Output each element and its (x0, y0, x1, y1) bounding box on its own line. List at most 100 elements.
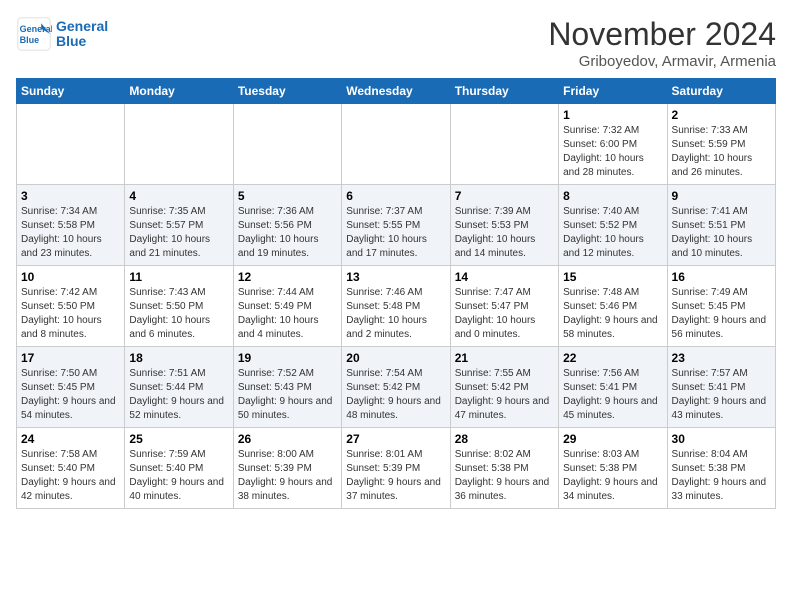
weekday-header: Saturday (667, 79, 775, 104)
day-number: 15 (563, 270, 662, 284)
calendar-cell: 27 Sunrise: 8:01 AM Sunset: 5:39 PM Dayli… (342, 428, 450, 509)
day-number: 20 (346, 351, 445, 365)
day-info: Sunrise: 7:33 AM Sunset: 5:59 PM Dayligh… (672, 124, 771, 180)
day-number: 28 (455, 432, 554, 446)
day-info: Sunrise: 7:39 AM Sunset: 5:53 PM Dayligh… (455, 205, 554, 261)
day-number: 17 (21, 351, 120, 365)
day-info: Sunrise: 7:48 AM Sunset: 5:46 PM Dayligh… (563, 286, 662, 342)
calendar-cell: 6Sunrise: 7:37 AM Sunset: 5:55 PM Daylig… (342, 185, 450, 266)
calendar-cell: 21Sunrise: 7:55 AM Sunset: 5:42 PM Dayli… (450, 347, 558, 428)
calendar-cell: 24 Sunrise: 7:58 AM Sunset: 5:40 PM Dayli… (17, 428, 125, 509)
day-info: Sunrise: 7:44 AM Sunset: 5:49 PM Dayligh… (238, 286, 337, 342)
calendar-cell: 13Sunrise: 7:46 AM Sunset: 5:48 PM Dayli… (342, 266, 450, 347)
weekday-header: Tuesday (233, 79, 341, 104)
calendar-week-row: 10 Sunrise: 7:42 AM Sunset: 5:50 PM Dayli… (17, 266, 776, 347)
day-info: Sunrise: 8:01 AM Sunset: 5:39 PM Dayligh… (346, 448, 445, 504)
day-number: 14 (455, 270, 554, 284)
month-title: November 2024 (548, 16, 776, 53)
calendar-cell: 28 Sunrise: 8:02 AM Sunset: 5:38 PM Dayli… (450, 428, 558, 509)
calendar-cell: 20Sunrise: 7:54 AM Sunset: 5:42 PM Dayli… (342, 347, 450, 428)
calendar-cell: 4 Sunrise: 7:35 AM Sunset: 5:57 PM Daylig… (125, 185, 233, 266)
day-info: Sunrise: 7:49 AM Sunset: 5:45 PM Dayligh… (672, 286, 771, 342)
day-info: Sunrise: 7:41 AM Sunset: 5:51 PM Dayligh… (672, 205, 771, 261)
day-number: 3 (21, 189, 120, 203)
logo-icon: General Blue (16, 16, 52, 52)
day-number: 27 (346, 432, 445, 446)
calendar-cell: 22 Sunrise: 7:56 AM Sunset: 5:41 PM Dayli… (559, 347, 667, 428)
calendar-cell: 2 Sunrise: 7:33 AM Sunset: 5:59 PM Daylig… (667, 104, 775, 185)
day-number: 10 (21, 270, 120, 284)
title-block: November 2024 Griboyedov, Armavir, Armen… (548, 16, 776, 70)
calendar-cell: 3 Sunrise: 7:34 AM Sunset: 5:58 PM Daylig… (17, 185, 125, 266)
calendar-cell (17, 104, 125, 185)
day-number: 18 (129, 351, 228, 365)
calendar-header: SundayMondayTuesdayWednesdayThursdayFrid… (17, 79, 776, 104)
calendar-cell: 11Sunrise: 7:43 AM Sunset: 5:50 PM Dayli… (125, 266, 233, 347)
calendar-cell: 23 Sunrise: 7:57 AM Sunset: 5:41 PM Dayli… (667, 347, 775, 428)
day-info: Sunrise: 7:56 AM Sunset: 5:41 PM Dayligh… (563, 367, 662, 423)
day-number: 25 (129, 432, 228, 446)
day-info: Sunrise: 7:57 AM Sunset: 5:41 PM Dayligh… (672, 367, 771, 423)
calendar-cell: 7 Sunrise: 7:39 AM Sunset: 5:53 PM Daylig… (450, 185, 558, 266)
day-number: 5 (238, 189, 337, 203)
day-number: 22 (563, 351, 662, 365)
calendar-cell: 29 Sunrise: 8:03 AM Sunset: 5:38 PM Dayli… (559, 428, 667, 509)
calendar-cell: 12 Sunrise: 7:44 AM Sunset: 5:49 PM Dayli… (233, 266, 341, 347)
day-info: Sunrise: 7:35 AM Sunset: 5:57 PM Dayligh… (129, 205, 228, 261)
page-header: General Blue General Blue November 2024 … (16, 16, 776, 70)
day-number: 11 (129, 270, 228, 284)
day-info: Sunrise: 7:42 AM Sunset: 5:50 PM Dayligh… (21, 286, 120, 342)
calendar-cell: 8Sunrise: 7:40 AM Sunset: 5:52 PM Daylig… (559, 185, 667, 266)
day-number: 12 (238, 270, 337, 284)
day-info: Sunrise: 7:34 AM Sunset: 5:58 PM Dayligh… (21, 205, 120, 261)
day-number: 4 (129, 189, 228, 203)
day-info: Sunrise: 7:47 AM Sunset: 5:47 PM Dayligh… (455, 286, 554, 342)
calendar-cell: 9 Sunrise: 7:41 AM Sunset: 5:51 PM Daylig… (667, 185, 775, 266)
day-info: Sunrise: 7:40 AM Sunset: 5:52 PM Dayligh… (563, 205, 662, 261)
day-number: 16 (672, 270, 771, 284)
calendar-body: 1Sunrise: 7:32 AM Sunset: 6:00 PM Daylig… (17, 104, 776, 509)
calendar-cell: 15 Sunrise: 7:48 AM Sunset: 5:46 PM Dayli… (559, 266, 667, 347)
day-number: 26 (238, 432, 337, 446)
svg-text:Blue: Blue (20, 35, 40, 45)
day-number: 2 (672, 108, 771, 122)
location-title: Griboyedov, Armavir, Armenia (548, 53, 776, 70)
logo: General Blue General Blue (16, 16, 108, 52)
day-number: 23 (672, 351, 771, 365)
day-info: Sunrise: 7:58 AM Sunset: 5:40 PM Dayligh… (21, 448, 120, 504)
day-number: 29 (563, 432, 662, 446)
day-number: 7 (455, 189, 554, 203)
calendar-week-row: 1Sunrise: 7:32 AM Sunset: 6:00 PM Daylig… (17, 104, 776, 185)
weekday-header: Monday (125, 79, 233, 104)
calendar-cell (450, 104, 558, 185)
day-info: Sunrise: 8:04 AM Sunset: 5:38 PM Dayligh… (672, 448, 771, 504)
calendar-cell: 19 Sunrise: 7:52 AM Sunset: 5:43 PM Dayli… (233, 347, 341, 428)
calendar-week-row: 3 Sunrise: 7:34 AM Sunset: 5:58 PM Daylig… (17, 185, 776, 266)
day-number: 13 (346, 270, 445, 284)
calendar-cell: 1Sunrise: 7:32 AM Sunset: 6:00 PM Daylig… (559, 104, 667, 185)
day-number: 6 (346, 189, 445, 203)
weekday-header: Wednesday (342, 79, 450, 104)
weekday-header: Thursday (450, 79, 558, 104)
calendar-table: SundayMondayTuesdayWednesdayThursdayFrid… (16, 78, 776, 509)
weekday-header: Friday (559, 79, 667, 104)
calendar-cell (233, 104, 341, 185)
day-number: 21 (455, 351, 554, 365)
day-number: 19 (238, 351, 337, 365)
day-info: Sunrise: 7:52 AM Sunset: 5:43 PM Dayligh… (238, 367, 337, 423)
calendar-cell: 25 Sunrise: 7:59 AM Sunset: 5:40 PM Dayli… (125, 428, 233, 509)
day-number: 9 (672, 189, 771, 203)
weekday-row: SundayMondayTuesdayWednesdayThursdayFrid… (17, 79, 776, 104)
calendar-cell: 10 Sunrise: 7:42 AM Sunset: 5:50 PM Dayli… (17, 266, 125, 347)
calendar-cell: 16 Sunrise: 7:49 AM Sunset: 5:45 PM Dayli… (667, 266, 775, 347)
calendar-cell: 17Sunrise: 7:50 AM Sunset: 5:45 PM Dayli… (17, 347, 125, 428)
day-info: Sunrise: 7:32 AM Sunset: 6:00 PM Dayligh… (563, 124, 662, 180)
day-number: 24 (21, 432, 120, 446)
day-info: Sunrise: 8:02 AM Sunset: 5:38 PM Dayligh… (455, 448, 554, 504)
calendar-week-row: 24 Sunrise: 7:58 AM Sunset: 5:40 PM Dayli… (17, 428, 776, 509)
day-info: Sunrise: 7:36 AM Sunset: 5:56 PM Dayligh… (238, 205, 337, 261)
calendar-week-row: 17Sunrise: 7:50 AM Sunset: 5:45 PM Dayli… (17, 347, 776, 428)
calendar-cell: 5 Sunrise: 7:36 AM Sunset: 5:56 PM Daylig… (233, 185, 341, 266)
day-info: Sunrise: 7:59 AM Sunset: 5:40 PM Dayligh… (129, 448, 228, 504)
day-info: Sunrise: 8:03 AM Sunset: 5:38 PM Dayligh… (563, 448, 662, 504)
